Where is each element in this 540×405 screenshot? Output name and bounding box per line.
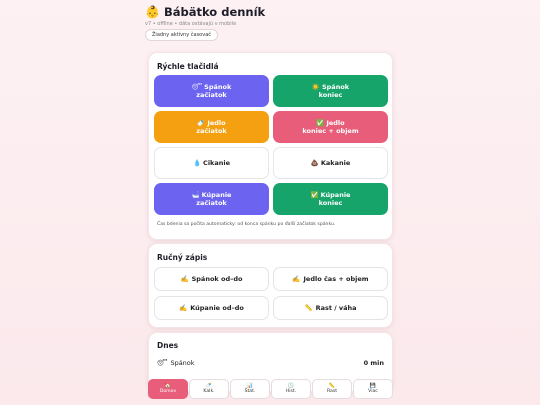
bath-start-label-2: začiatok	[196, 199, 227, 207]
ruler-icon: 📏	[304, 304, 313, 312]
manual-entry-card: Ručný zápis ✍️ Spánok od–do ✍️ Jedlo čas +…	[148, 243, 393, 328]
nav-more[interactable]: 💾 Viac	[353, 379, 393, 399]
nav-calculator-label: Kalk.	[203, 389, 215, 394]
manual-sleep-button[interactable]: ✍️ Spánok od–do	[154, 267, 269, 291]
nav-history-label: Hist.	[285, 389, 297, 394]
sleep-start-button[interactable]: 😴 Spánok začiatok	[154, 75, 269, 107]
page-title: 👶 Bábätko denník	[145, 4, 395, 20]
app-title-text: Bábätko denník	[163, 5, 266, 19]
baby-icon: 👶	[145, 5, 160, 19]
nav-home-label: Domov	[159, 389, 177, 394]
feed-end-label-1: Jedlo	[326, 118, 345, 127]
feed-end-button[interactable]: ✅ Jedlo koniec + objem	[273, 111, 388, 143]
feed-start-button[interactable]: 🍼 Jedlo začiatok	[154, 111, 269, 143]
bath-end-label-1: Kúpanie	[320, 190, 351, 199]
sleeping-face-icon: 😴	[191, 82, 203, 91]
nav-history[interactable]: 🕒 Hist.	[271, 379, 311, 399]
bath-end-button[interactable]: ✅ Kúpanie koniec	[273, 183, 388, 215]
today-sleep-value: 0 min	[363, 359, 384, 367]
writing-hand-icon: ✍️	[180, 275, 189, 283]
bath-start-button[interactable]: 🛁 Kúpanie začiatok	[154, 183, 269, 215]
header: 👶 Bábätko denník v7 • offline • dáta ost…	[145, 4, 395, 27]
feed-start-label-1: Jedlo	[207, 118, 226, 127]
pee-button[interactable]: 💧 Cikanie	[154, 147, 269, 179]
sleep-start-label-1: Spánok	[204, 82, 232, 91]
manual-bath-label: Kúpanie od–do	[190, 304, 244, 312]
today-title: Dnes	[157, 341, 179, 350]
today-sleep-label: 😴 Spánok	[157, 359, 195, 367]
pee-label: Cikanie	[203, 158, 231, 167]
poop-label: Kakanie	[320, 158, 351, 167]
today-sleep-row: 😴 Spánok 0 min	[157, 359, 384, 367]
nav-calculator[interactable]: 🍼 Kalk.	[189, 379, 229, 399]
timer-status-badge[interactable]: Žiadny aktívny časovač	[145, 29, 219, 41]
quick-buttons-title: Rýchle tlačidlá	[157, 62, 219, 71]
app-subtitle: v7 • offline • dáta ostávajú v mobile	[145, 21, 237, 27]
sun-icon: ☀️	[311, 82, 320, 91]
poop-button[interactable]: 💩 Kakanie	[273, 147, 388, 179]
bath-end-label-2: koniec	[318, 199, 343, 207]
bottom-nav: 🏠 Domov 🍼 Kalk. 📊 Štat. 🕒 Hist. 📏 Rast 💾…	[148, 379, 393, 403]
manual-entry-title: Ručný zápis	[157, 253, 208, 262]
growth-weight-button[interactable]: 📏 Rast / váha	[273, 296, 388, 320]
writing-hand-icon: ✍️	[292, 275, 301, 283]
manual-feed-button[interactable]: ✍️ Jedlo čas + objem	[273, 267, 388, 291]
check-icon: ✅	[316, 118, 325, 127]
manual-sleep-label: Spánok od–do	[191, 275, 243, 283]
nav-stats-label: Štat.	[244, 389, 256, 394]
droplet-icon: 💧	[192, 158, 202, 167]
nav-growth-label: Rast	[326, 389, 338, 394]
nav-home[interactable]: 🏠 Domov	[148, 379, 188, 399]
growth-weight-label: Rast / váha	[315, 304, 357, 312]
sleep-end-label-2: koniec	[318, 91, 343, 99]
bottle-icon: 🍼	[197, 118, 206, 127]
feed-end-label-2: koniec + objem	[302, 127, 359, 135]
sleep-start-label-2: začiatok	[196, 91, 227, 99]
feed-start-label-2: začiatok	[196, 127, 227, 135]
sleep-end-label-1: Spánok	[321, 82, 350, 91]
nav-more-label: Viac	[368, 389, 378, 394]
manual-feed-label: Jedlo čas + objem	[303, 275, 369, 283]
today-sleep-text: Spánok	[170, 359, 195, 367]
nav-stats[interactable]: 📊 Štat.	[230, 379, 270, 399]
sleeping-face-icon: 😴	[157, 359, 168, 367]
bath-start-label-1: Kúpanie	[201, 190, 232, 199]
wake-time-note: Čas bdenia sa počíta automaticky: od kon…	[157, 222, 336, 227]
check-icon: ✅	[310, 190, 319, 199]
bathtub-icon: 🛁	[191, 190, 200, 199]
app-page: 👶 Bábätko denník v7 • offline • dáta ost…	[145, 0, 395, 405]
sleep-end-button[interactable]: ☀️ Spánok koniec	[273, 75, 388, 107]
nav-growth[interactable]: 📏 Rast	[312, 379, 352, 399]
poop-icon: 💩	[310, 158, 319, 167]
manual-bath-button[interactable]: ✍️ Kúpanie od–do	[154, 296, 269, 320]
quick-buttons-card: Rýchle tlačidlá 😴 Spánok začiatok ☀️ Spánok…	[148, 52, 393, 240]
writing-hand-icon: ✍️	[179, 304, 188, 312]
